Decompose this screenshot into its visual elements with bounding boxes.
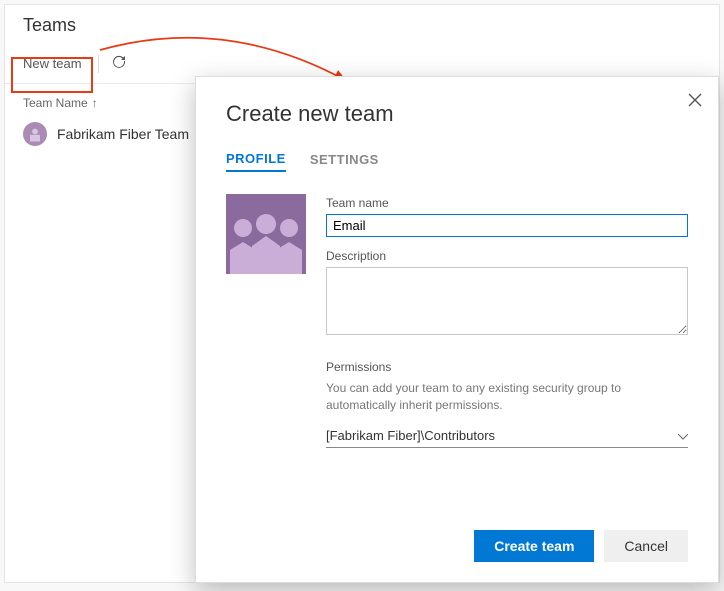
permissions-label: Permissions: [326, 360, 688, 374]
close-button[interactable]: [682, 87, 708, 118]
new-team-button[interactable]: New team: [15, 52, 90, 75]
column-header-label: Team Name: [23, 96, 88, 110]
create-team-button[interactable]: Create team: [474, 530, 594, 562]
description-input[interactable]: [326, 267, 688, 335]
close-icon: [688, 94, 702, 111]
refresh-icon: [111, 54, 127, 73]
tab-settings[interactable]: SETTINGS: [310, 151, 379, 172]
sort-ascending-icon: ↑: [92, 96, 98, 110]
chevron-down-icon: [678, 428, 688, 443]
permissions-selected-value: [Fabrikam Fiber]\Contributors: [326, 428, 495, 443]
permissions-description: You can add your team to any existing se…: [326, 380, 688, 414]
cancel-button[interactable]: Cancel: [604, 530, 688, 562]
team-name-label: Fabrikam Fiber Team: [57, 126, 189, 142]
refresh-button[interactable]: [107, 50, 131, 77]
team-avatar-placeholder[interactable]: [226, 194, 306, 274]
page-title: Teams: [23, 15, 701, 36]
description-label: Description: [326, 249, 688, 263]
permissions-select[interactable]: [Fabrikam Fiber]\Contributors: [326, 424, 688, 448]
dialog-footer: Create team Cancel: [196, 516, 718, 582]
team-name-input[interactable]: [326, 214, 688, 237]
toolbar-divider: [98, 55, 99, 73]
team-name-label: Team name: [326, 196, 688, 210]
create-team-dialog: Create new team PROFILE SETTINGS: [195, 76, 719, 583]
team-avatar-icon: [23, 122, 47, 146]
tab-profile[interactable]: PROFILE: [226, 151, 286, 172]
dialog-title: Create new team: [226, 101, 688, 127]
dialog-tabs: PROFILE SETTINGS: [226, 151, 688, 172]
